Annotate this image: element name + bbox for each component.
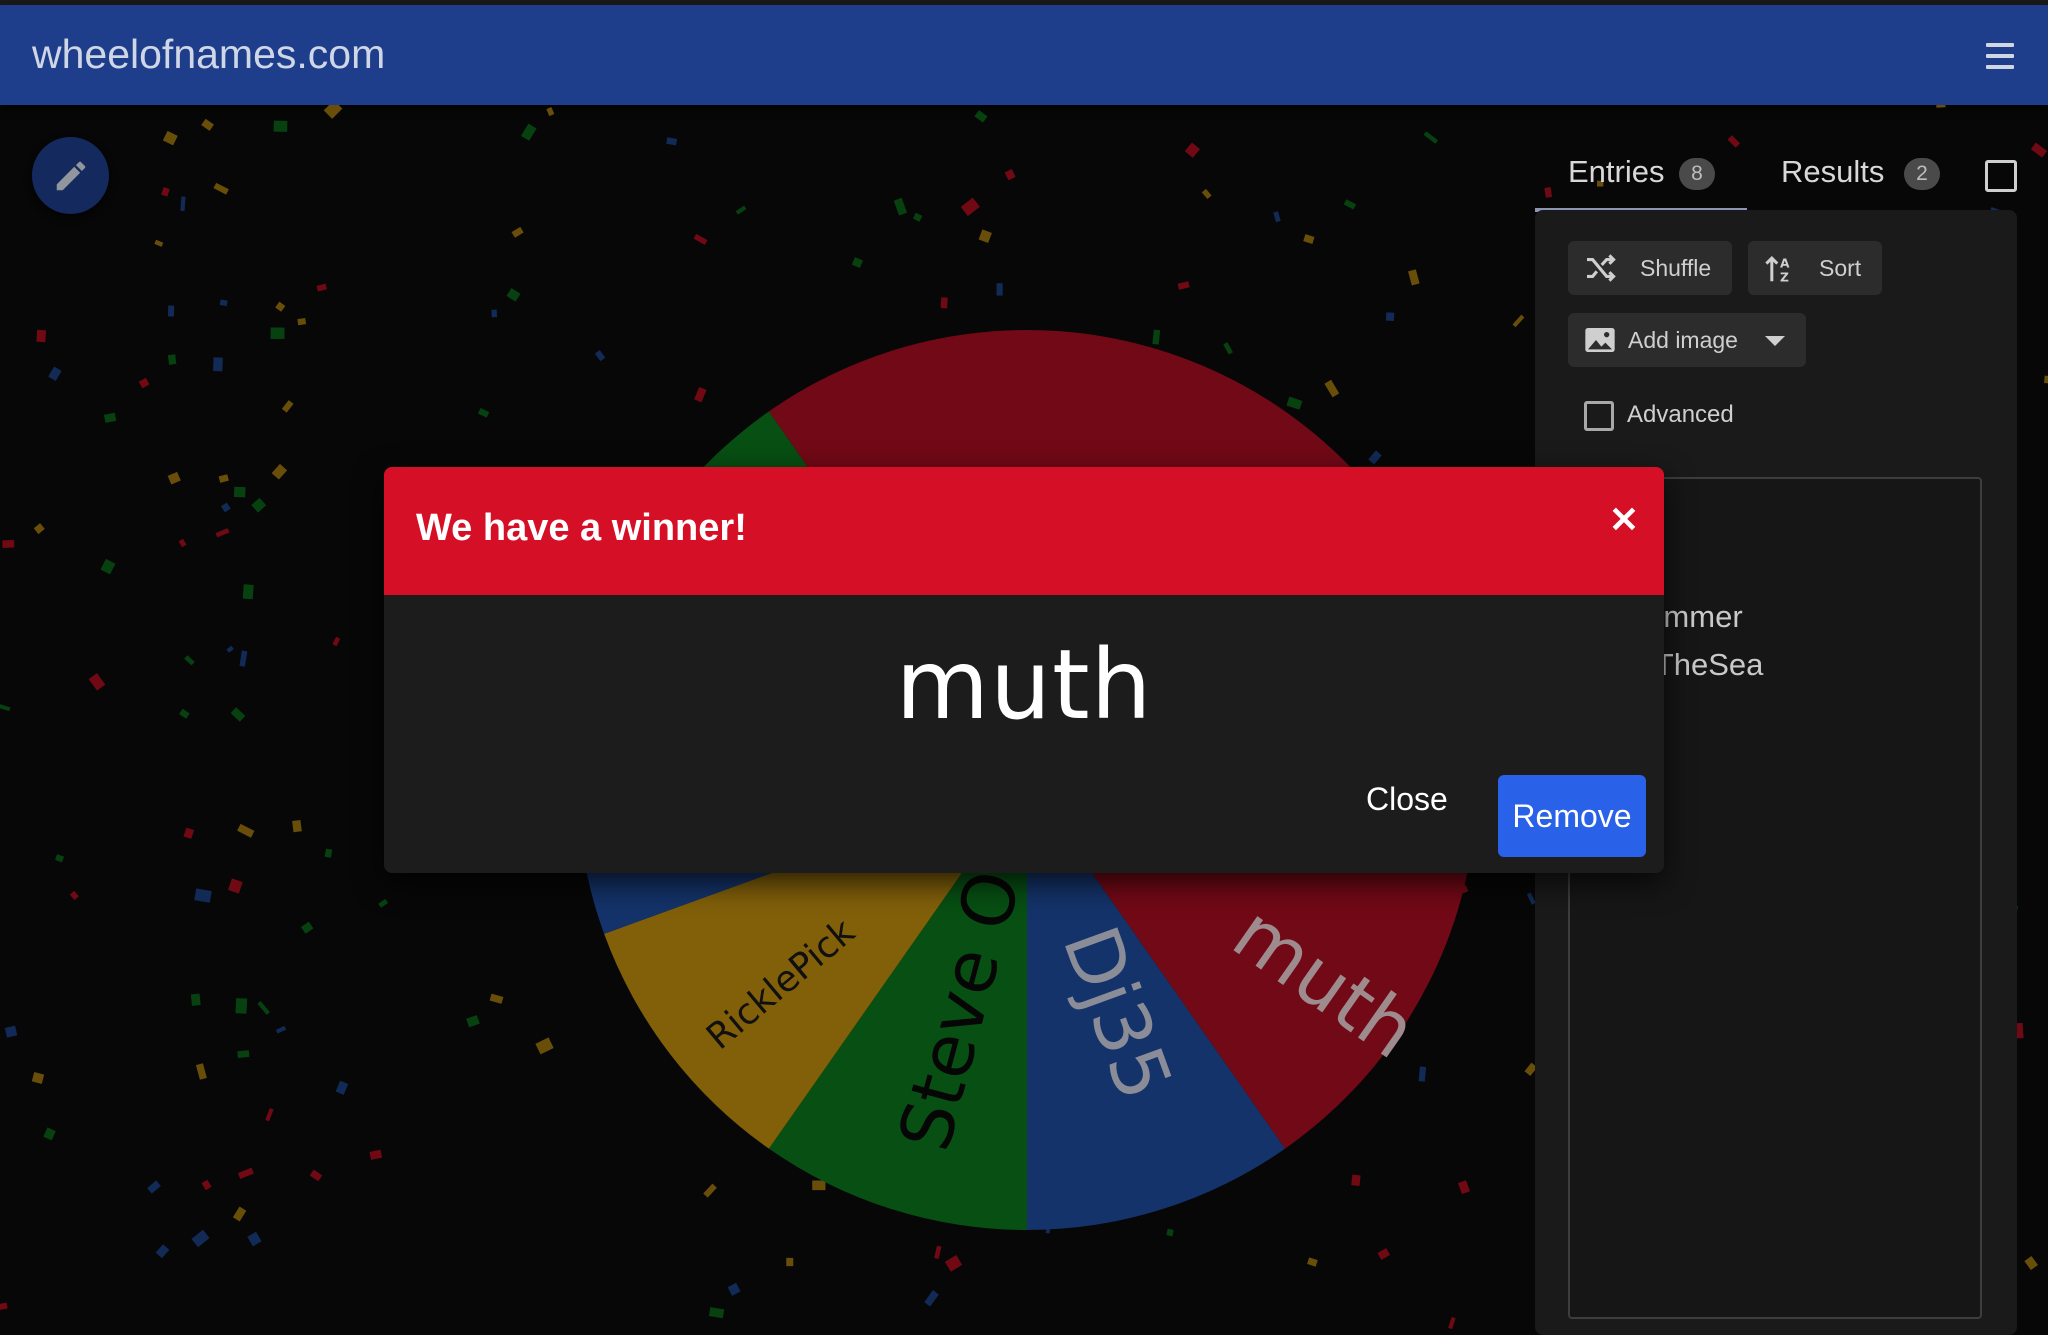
shuffle-icon [1587,254,1616,282]
results-count-badge: 2 [1904,158,1940,190]
shuffle-button[interactable]: Shuffle [1568,241,1732,295]
tab-entries-label: Entries [1568,154,1665,189]
tab-results[interactable]: Results 2 [1781,140,1961,208]
image-icon [1585,328,1615,352]
site-brand[interactable]: wheelofnames.com [32,31,385,78]
advanced-label: Advanced [1627,401,1734,428]
dialog-title: We have a winner! [416,507,747,549]
remove-button[interactable]: Remove [1498,775,1646,857]
winner-name: muth [895,629,1153,741]
svg-text:Z: Z [1780,270,1789,284]
dialog-header: We have a winner! ✕ [384,467,1664,595]
close-icon[interactable]: ✕ [1607,502,1641,538]
sort-icon: A Z [1765,255,1790,284]
add-image-label: Add image [1628,327,1738,353]
close-button[interactable]: Close [1364,774,1450,824]
app-header: wheelofnames.com [0,5,2048,105]
tab-entries[interactable]: Entries 8 [1535,140,1747,212]
sort-label: Sort [1819,255,1862,281]
shuffle-label: Shuffle [1640,255,1712,281]
svg-text:A: A [1780,257,1790,271]
advanced-checkbox[interactable] [1584,401,1614,431]
entries-count-badge: 8 [1679,158,1715,190]
fullscreen-square-icon[interactable] [1985,160,2017,192]
sort-button[interactable]: A Z Sort [1748,241,1882,295]
chevron-down-icon[interactable] [1765,336,1785,346]
tab-results-label: Results [1781,154,1885,189]
add-image-button[interactable]: Add image [1568,313,1806,367]
hamburger-menu-icon[interactable] [1986,43,2014,69]
winner-dialog: We have a winner! ✕ muth Close Remove [384,467,1664,873]
